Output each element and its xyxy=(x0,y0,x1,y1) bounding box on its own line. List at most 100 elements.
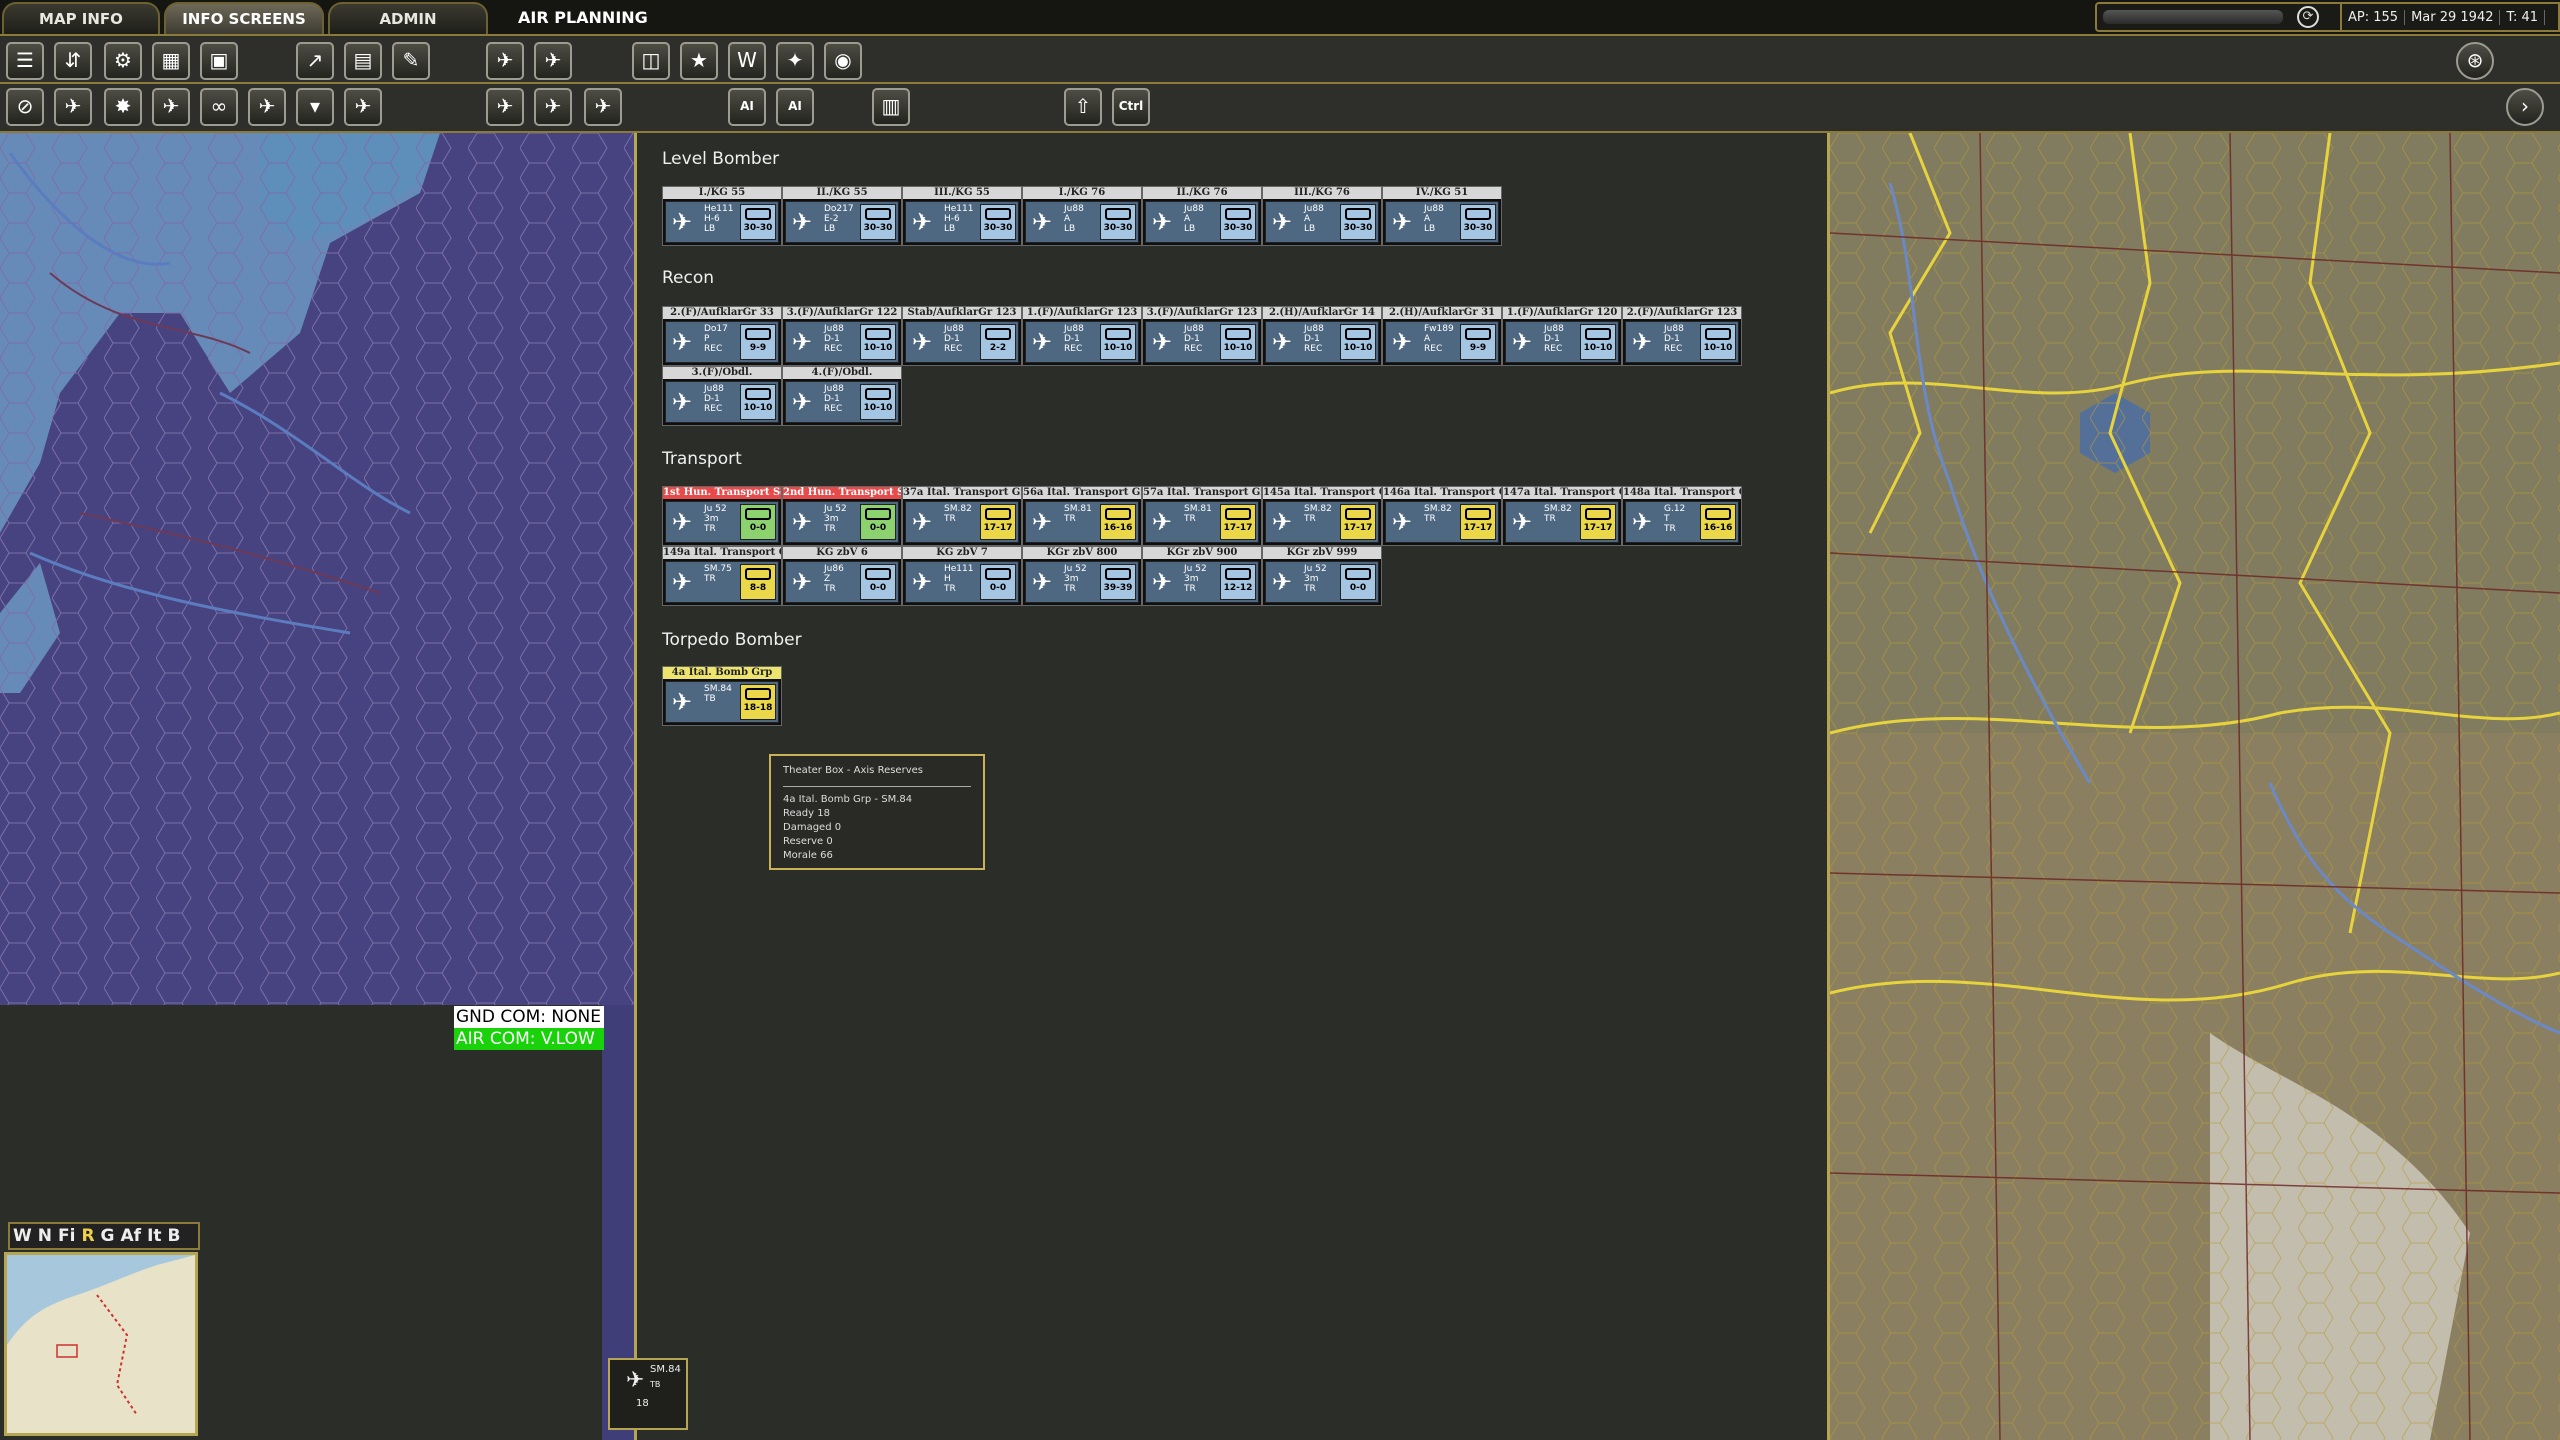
air-unit-card[interactable]: 56a Ital. Transport Grp ✈ SM.81 TR 16-16 xyxy=(1022,486,1142,546)
air-unit-card[interactable]: KGr zbV 800 ✈ Ju 52 3m TR 39-39 xyxy=(1022,546,1142,606)
no-mission-icon[interactable]: ⊘ xyxy=(6,88,44,126)
fighter-icon[interactable]: ✈ xyxy=(152,88,190,126)
air-unit-card[interactable]: 2nd Hun. Transport Sqn ✈ Ju 523mTR 0-0 xyxy=(782,486,902,546)
air-unit-card[interactable]: 2.(F)/AufklarGr 33 ✈ Do17 P REC 9-9 xyxy=(662,306,782,366)
air-unit-card[interactable]: KG zbV 7 ✈ He111 H TR 0-0 xyxy=(902,546,1022,606)
air-unit-card[interactable]: III./KG 76 ✈ Ju88 A LB 30-30 xyxy=(1262,186,1382,246)
air-unit-card[interactable]: 2.(H)/AufklarGr 31 ✈ Fw189 A REC 9-9 xyxy=(1382,306,1502,366)
ctrl-icon[interactable]: Ctrl xyxy=(1112,88,1150,126)
airbase-list-icon[interactable]: ✈ xyxy=(534,42,572,80)
air-unit-card[interactable]: 4a Ital. Bomb Grp ✈ SM.84 TB 18-18 xyxy=(662,666,782,726)
air-unit-card[interactable]: 1st Hun. Transport Sqn ✈ Ju 523mTR 0-0 xyxy=(662,486,782,546)
map-grid-icon[interactable]: ▦ xyxy=(152,42,190,80)
document-icon[interactable]: ▤ xyxy=(344,42,382,80)
next-icon[interactable]: › xyxy=(2506,88,2544,126)
chart-icon[interactable]: ⇵ xyxy=(54,42,92,80)
transport-mission-icon[interactable]: ✈ xyxy=(344,88,382,126)
left-map[interactable] xyxy=(0,133,634,1005)
filter-w[interactable]: W xyxy=(10,1226,35,1246)
filter-it[interactable]: It xyxy=(144,1226,164,1246)
air-unit-card[interactable]: 1.(F)/AufklarGr 120 ✈ Ju88 D-1 REC 10-10 xyxy=(1502,306,1622,366)
air-unit-card[interactable]: 57a Ital. Transport Grp ✈ SM.81 TR 17-17 xyxy=(1142,486,1262,546)
air-unit-card[interactable]: II./KG 76 ✈ Ju88 A LB 30-30 xyxy=(1142,186,1262,246)
plane-icon: ✈ xyxy=(1032,568,1053,596)
tab-map-info[interactable]: MAP INFO xyxy=(2,2,160,34)
air-unit-card[interactable]: III./KG 55 ✈ He111 H-6 LB 30-30 xyxy=(902,186,1022,246)
thumb-type: SM.84 xyxy=(650,1364,681,1375)
unit-size-icon xyxy=(1345,328,1371,340)
air-unit-card[interactable]: KGr zbV 999 ✈ Ju 52 3m TR 0-0 xyxy=(1262,546,1382,606)
air-unit-card[interactable]: II./KG 55 ✈ Do217 E-2 LB 30-30 xyxy=(782,186,902,246)
transfer-icon[interactable]: ↗ xyxy=(296,42,334,80)
unit-strength: 0-0 xyxy=(869,583,887,593)
filter-b[interactable]: B xyxy=(165,1226,184,1246)
air-unit-card[interactable]: I./KG 76 ✈ Ju88 A LB 30-30 xyxy=(1022,186,1142,246)
unit-counter: ✈ He111 H-6 LB 30-30 xyxy=(905,201,1019,243)
options-icon[interactable]: ⊛ xyxy=(2456,42,2494,80)
edit-icon[interactable]: ✎ xyxy=(392,42,430,80)
air-unit-card[interactable]: 3.(F)/AufklarGr 123 ✈ Ju88 D-1 REC 10-10 xyxy=(1142,306,1262,366)
filter-n[interactable]: N xyxy=(35,1226,55,1246)
filter-g[interactable]: G xyxy=(98,1226,118,1246)
tab-info-screens[interactable]: INFO SCREENS xyxy=(164,2,324,34)
unit-type: SM.82 xyxy=(1304,504,1332,514)
selected-unit-thumbnail[interactable]: ✈ SM.84 TB 18 xyxy=(608,1358,688,1430)
ai-assist-icon[interactable]: AI xyxy=(776,88,814,126)
sweep-icon[interactable]: ✈ xyxy=(248,88,286,126)
air-unit-card[interactable]: 145a Ital. Transport Gr ✈ SM.82 TR 17-17 xyxy=(1262,486,1382,546)
air-unit-card[interactable]: KG zbV 6 ✈ Ju86 Z TR 0-0 xyxy=(782,546,902,606)
strike-icon[interactable]: ✸ xyxy=(104,88,142,126)
unit-type: Ju 52 xyxy=(1184,564,1207,574)
unit-strength: 17-17 xyxy=(1583,523,1613,533)
report-icon[interactable]: ☰ xyxy=(6,42,44,80)
air-unit-card[interactable]: KGr zbV 900 ✈ Ju 52 3m TR 12-12 xyxy=(1142,546,1262,606)
air-unit-list-icon[interactable]: ✈ xyxy=(534,88,572,126)
air-unit-move-icon[interactable]: ✈ xyxy=(584,88,622,126)
air-unit-card[interactable]: Stab/AufklarGr 123 ✈ Ju88 D-1 REC 2-2 xyxy=(902,306,1022,366)
escort-icon[interactable]: ∞ xyxy=(200,88,238,126)
air-unit-card[interactable]: I./KG 55 ✈ He111 H-6 LB 30-30 xyxy=(662,186,782,246)
air-unit-card[interactable]: 149a Ital. Transport Gr ✈ SM.75 TR 8-8 xyxy=(662,546,782,606)
unit-strength: 10-10 xyxy=(1343,343,1373,353)
air-unit-card[interactable]: 2.(H)/AufklarGr 14 ✈ Ju88 D-1 REC 10-10 xyxy=(1262,306,1382,366)
up-arrow-icon[interactable]: ⇧ xyxy=(1064,88,1102,126)
unit-sub: 3m xyxy=(1184,574,1199,584)
air-unit-card[interactable]: 1.(F)/AufklarGr 123 ✈ Ju88 D-1 REC 10-10 xyxy=(1022,306,1142,366)
air-unit-card[interactable]: 4.(F)/Obdl. ✈ Ju88 D-1 REC 10-10 xyxy=(782,366,902,426)
air-unit-card[interactable]: 2.(F)/AufklarGr 123 ✈ Ju88 D-1 REC 10-10 xyxy=(1622,306,1742,366)
unit-strength: 30-30 xyxy=(863,223,893,233)
airbase-icon[interactable]: ✈ xyxy=(486,42,524,80)
air-unit-card[interactable]: 148a Ital. Transport Gr ✈ G.12 T TR 16-16 xyxy=(1622,486,1742,546)
air-unit-card[interactable]: 3.(F)/AufklarGr 122 ✈ Ju88 D-1 REC 10-10 xyxy=(782,306,902,366)
star-icon[interactable]: ★ xyxy=(680,42,718,80)
air-unit-card[interactable]: 147a Ital. Transport Gr ✈ SM.82 TR 17-17 xyxy=(1502,486,1622,546)
factory-icon[interactable]: ▥ xyxy=(872,88,910,126)
air-unit-card[interactable]: IV./KG 51 ✈ Ju88 A LB 30-30 xyxy=(1382,186,1502,246)
tab-admin[interactable]: ADMIN xyxy=(328,2,488,34)
air-unit-card[interactable]: 146a Ital. Transport Gr ✈ SM.82 TR 17-17 xyxy=(1382,486,1502,546)
right-map[interactable] xyxy=(1830,133,2560,1440)
group-icon[interactable]: ◫ xyxy=(632,42,670,80)
bomb-icon[interactable]: ▾ xyxy=(296,88,334,126)
camera-icon[interactable]: ◉ xyxy=(824,42,862,80)
filter-af[interactable]: Af xyxy=(118,1226,145,1246)
gear-icon[interactable]: ⚙ xyxy=(104,42,142,80)
calendar-icon[interactable]: ▣ xyxy=(200,42,238,80)
filter-fi[interactable]: Fi xyxy=(55,1226,78,1246)
weather-icon[interactable]: W xyxy=(728,42,766,80)
unit-strength: 8-8 xyxy=(749,583,767,593)
pilot-icon[interactable]: ✦ xyxy=(776,42,814,80)
unit-strength-box: 30-30 xyxy=(1340,204,1376,240)
ground-attack-icon[interactable]: ✈ xyxy=(54,88,92,126)
minimap[interactable] xyxy=(4,1252,198,1436)
air-unit-card[interactable]: 37a Ital. Transport Grp ✈ SM.82 TR 17-17 xyxy=(902,486,1022,546)
ai-auto-icon[interactable]: AI xyxy=(728,88,766,126)
unit-strength: 16-16 xyxy=(1703,523,1733,533)
refresh-icon[interactable]: ⟳ xyxy=(2297,6,2319,28)
unit-type: SM.82 xyxy=(1544,504,1572,514)
air-unit-card[interactable]: 3.(F)/Obdl. ✈ Ju88 D-1 REC 10-10 xyxy=(662,366,782,426)
recon-row-1: 2.(F)/AufklarGr 33 ✈ Do17 P REC 9-9 3.(F)/Aufk… xyxy=(662,306,1742,366)
unit-type: SM.75 TR xyxy=(704,564,742,584)
filter-r[interactable]: R xyxy=(78,1226,97,1246)
air-unit-icon[interactable]: ✈ xyxy=(486,88,524,126)
